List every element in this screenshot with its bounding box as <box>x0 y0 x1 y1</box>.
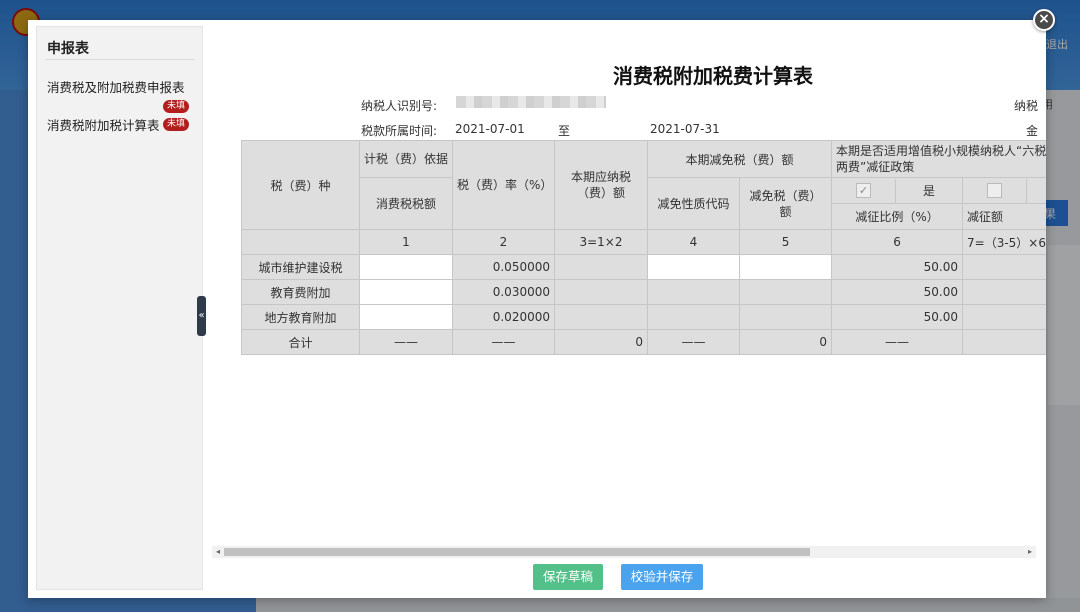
total-dash: —— <box>831 329 964 355</box>
report-list-title: 申报表 <box>47 41 89 57</box>
scroll-left-icon[interactable]: ◂ <box>212 546 224 558</box>
report-modal: 申报表 消费税及附加税费申报表 未填 消费税附加税计算表 未填 « 消费税附加税… <box>28 20 1046 598</box>
amount-unit-label: 金 <box>1026 124 1039 138</box>
relief-code-input[interactable] <box>647 254 740 280</box>
header-payable: 本期应纳税（费）额 <box>554 140 648 230</box>
rate-value: 0.030000 <box>452 279 555 305</box>
divider <box>45 59 195 60</box>
close-icon[interactable]: × <box>1033 9 1055 31</box>
payable-value <box>554 279 648 305</box>
page-title: 消费税附加税费计算表 <box>613 64 813 88</box>
taxpayer-id-label: 纳税人识别号: <box>361 99 438 113</box>
relief-amount-cell <box>738 279 833 305</box>
col-number: 6 <box>831 229 964 255</box>
relief-code-cell <box>647 279 740 305</box>
small-scale-no-cell <box>962 177 1046 204</box>
row-tax-name: 地方教育附加 <box>241 304 360 330</box>
header-reduction-amount: 减征额 <box>962 203 1046 230</box>
period-to: 至 <box>558 124 571 138</box>
horizontal-scrollbar[interactable]: ◂ ▸ <box>212 546 1036 558</box>
col-number: 7=（3-5）×6 <box>962 229 1046 255</box>
header-basis: 计税（费）依据 <box>359 140 453 178</box>
status-badge: 未填 <box>163 100 190 113</box>
form-content: 消费税附加税费计算表 纳税人识别号: 纳税 税款所属时间: 2021-07-01… <box>208 26 1046 556</box>
total-relief-amount: 0 <box>738 329 833 355</box>
table-row: 城市维护建设税 0.050000 50.00 <box>241 254 1046 280</box>
payable-value <box>554 304 648 330</box>
rate-value: 0.020000 <box>452 304 555 330</box>
row-tax-name: 教育费附加 <box>241 279 360 305</box>
reduction-ratio-value: 50.00 <box>831 254 964 280</box>
table-row: 教育费附加 0.030000 50.00 <box>241 279 1046 305</box>
total-dash: —— <box>452 329 555 355</box>
header-tax-type: 税（费）种 <box>241 140 360 230</box>
header-small-scale: 本期是否适用增值税小规模纳税人“六税两费”减征政策 <box>831 140 1046 178</box>
total-payable: 0 <box>554 329 648 355</box>
reduction-ratio-value: 50.00 <box>831 279 964 305</box>
basis-input[interactable] <box>359 254 453 280</box>
small-scale-yes-cell: ✓ 是 <box>831 177 964 204</box>
header-basis-sub: 消费税税额 <box>359 177 453 230</box>
status-badge: 未填 <box>163 118 190 131</box>
surtax-calc-table: 税（费）种 计税（费）依据 税（费）率（%） 本期应纳税（费）额 本期减免税（费… <box>241 140 1046 355</box>
report-item-surtax[interactable]: 消费税附加税计算表 <box>47 115 160 134</box>
taxpayer-name-label: 纳税 <box>1014 99 1039 113</box>
total-label: 合计 <box>241 329 360 355</box>
total-dash: —— <box>647 329 740 355</box>
row-tax-name: 城市维护建设税 <box>241 254 360 280</box>
rate-value: 0.050000 <box>452 254 555 280</box>
reduction-amount-value <box>962 279 1046 305</box>
header-relief-amount: 减免税（费）额 <box>738 177 833 230</box>
save-draft-button[interactable]: 保存草稿 <box>533 564 603 590</box>
header-relief: 本期减免税（费）额 <box>646 140 833 178</box>
taxpayer-id-masked <box>456 96 606 108</box>
table-row: 地方教育附加 0.020000 50.00 <box>241 304 1046 330</box>
col-number: 3=1×2 <box>554 229 648 255</box>
col-number: 5 <box>738 229 833 255</box>
payable-value <box>554 254 648 280</box>
header-rate: 税（费）率（%） <box>452 140 555 230</box>
period-label: 税款所属时间: <box>361 124 438 138</box>
relief-amount-cell <box>738 304 833 330</box>
checkbox-yes[interactable]: ✓ <box>856 183 872 198</box>
report-item-main[interactable]: 消费税及附加税费申报表 <box>47 77 185 96</box>
report-list-panel: 申报表 消费税及附加税费申报表 未填 消费税附加税计算表 未填 <box>36 26 203 590</box>
total-reduction-amount <box>962 329 1046 355</box>
basis-input[interactable] <box>359 304 453 330</box>
period-start: 2021-07-01 <box>455 122 525 136</box>
relief-code-cell <box>647 304 740 330</box>
yes-label: 是 <box>923 184 936 198</box>
checkbox-no[interactable] <box>987 183 1003 198</box>
col-number-blank <box>241 229 360 255</box>
header-reduction-ratio: 减征比例（%） <box>831 203 964 230</box>
collapse-panel-icon[interactable]: « <box>197 296 206 336</box>
total-dash: —— <box>359 329 453 355</box>
scrollbar-thumb[interactable] <box>224 548 810 556</box>
basis-input[interactable] <box>359 279 453 305</box>
reduction-amount-value <box>962 254 1046 280</box>
header-relief-code: 减免性质代码 <box>647 177 740 230</box>
scroll-right-icon[interactable]: ▸ <box>1024 546 1036 558</box>
col-number: 1 <box>359 229 453 255</box>
period-end: 2021-07-31 <box>650 122 720 136</box>
reduction-ratio-value: 50.00 <box>831 304 964 330</box>
col-number: 2 <box>452 229 555 255</box>
reduction-amount-value <box>962 304 1046 330</box>
validate-save-button[interactable]: 校验并保存 <box>621 564 703 590</box>
table-row-total: 合计 —— —— 0 —— 0 —— <box>241 329 1046 355</box>
relief-amount-input[interactable] <box>738 254 833 280</box>
col-number: 4 <box>647 229 740 255</box>
